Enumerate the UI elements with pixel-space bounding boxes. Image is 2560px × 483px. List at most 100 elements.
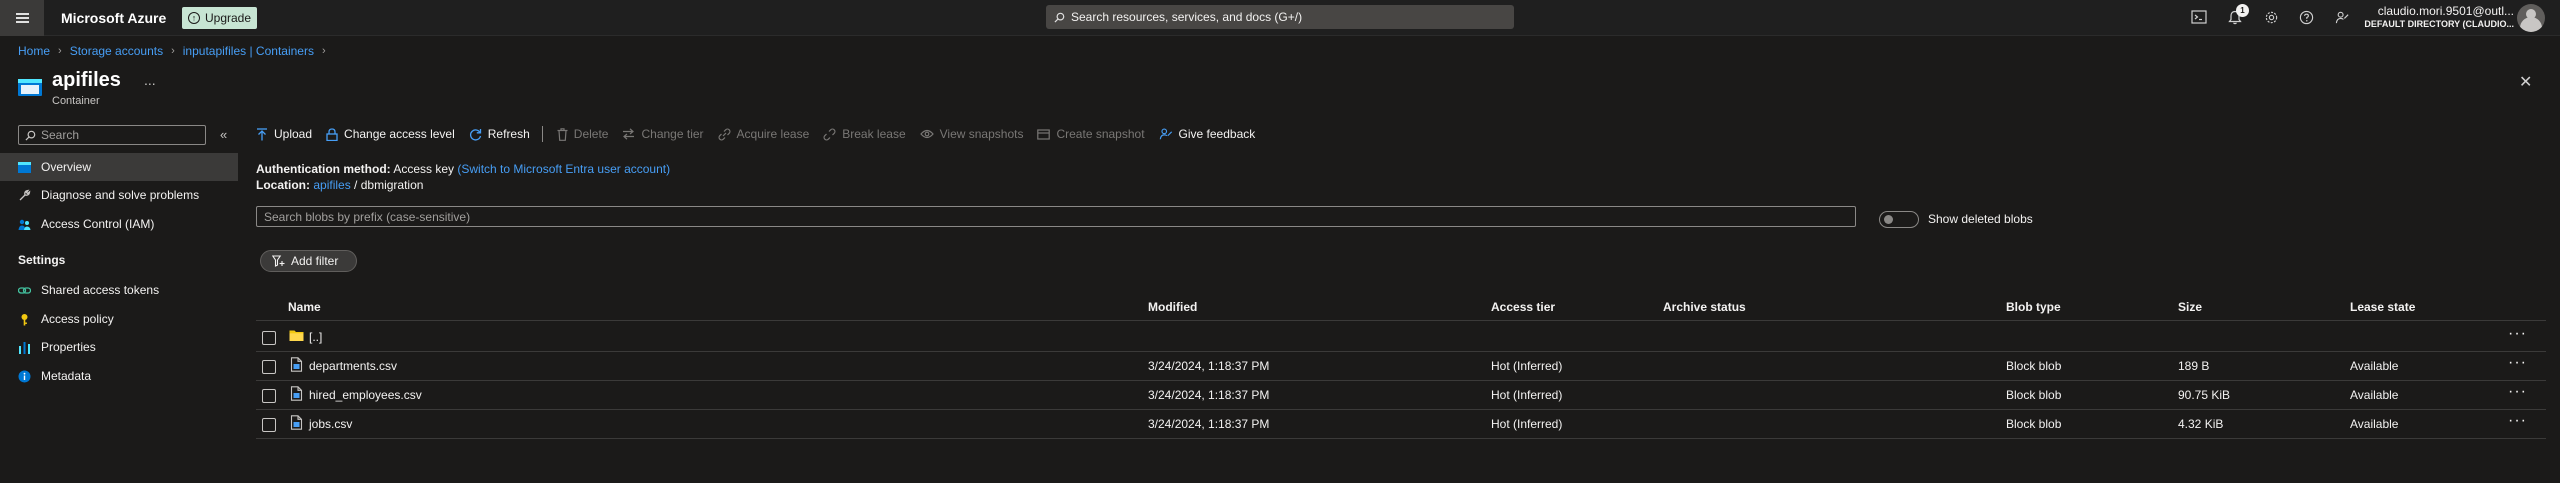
blob-name[interactable]: [..]: [309, 330, 322, 344]
feedback-icon: [1159, 128, 1172, 140]
change-access-level-button[interactable]: Change access level: [326, 127, 455, 141]
blob-modified: 3/24/2024, 1:18:37 PM: [1148, 388, 1270, 402]
nav-item-label: Shared access tokens: [41, 283, 160, 297]
location-container-link[interactable]: apifiles: [313, 178, 350, 192]
lock-icon: [326, 127, 338, 141]
column-header-access-tier[interactable]: Access tier: [1491, 300, 1555, 314]
auth-method-label: Authentication method:: [256, 162, 391, 176]
blob-prefix-search-input[interactable]: Search blobs by prefix (case-sensitive): [256, 206, 1856, 227]
nav-item-iam[interactable]: Access Control (IAM): [0, 210, 238, 238]
menu-icon[interactable]: [0, 0, 44, 36]
give-feedback-button[interactable]: Give feedback: [1159, 127, 1256, 141]
blob-search-placeholder: Search blobs by prefix (case-sensitive): [264, 209, 471, 224]
upload-button[interactable]: Upload: [256, 127, 312, 141]
search-icon: [25, 130, 36, 141]
nav-item-access-policy[interactable]: Access policy: [0, 305, 238, 333]
view-snapshots-button[interactable]: View snapshots: [919, 127, 1023, 141]
toolbar-divider: [541, 126, 543, 142]
account-menu[interactable]: claudio.mori.9501@outl... DEFAULT DIRECT…: [2338, 4, 2514, 32]
create-snapshot-button[interactable]: Create snapshot: [1037, 127, 1145, 141]
blob-type: Block blob: [2006, 359, 2062, 373]
close-icon[interactable]: ✕: [2519, 72, 2532, 92]
row-more-icon[interactable]: ···: [2508, 354, 2527, 372]
refresh-label: Refresh: [487, 127, 530, 141]
blob-type: Block blob: [2006, 388, 2062, 402]
blob-access-tier: Hot (Inferred): [1491, 417, 1563, 431]
auth-method-value: Access key: [393, 162, 455, 176]
user-avatar[interactable]: [2517, 4, 2545, 32]
upload-icon: [257, 127, 267, 140]
row-checkbox[interactable]: [262, 331, 276, 345]
nav-item-shared-access-tokens[interactable]: Shared access tokens: [0, 276, 238, 304]
row-more-icon[interactable]: ···: [2508, 383, 2527, 401]
page-title: apifiles: [52, 69, 121, 91]
column-header-name[interactable]: Name: [288, 300, 321, 314]
people-icon: [18, 218, 31, 231]
column-header-lease-state[interactable]: Lease state: [2350, 300, 2415, 314]
info-icon: [18, 370, 31, 383]
column-header-archive-status[interactable]: Archive status: [1663, 300, 1746, 314]
table-row[interactable]: hired_employees.csv 3/24/2024, 1:18:37 P…: [256, 381, 2546, 410]
more-actions-icon[interactable]: ...: [144, 72, 156, 88]
breadcrumb-containers[interactable]: inputapifiles | Containers: [183, 44, 314, 58]
column-header-blob-type[interactable]: Blob type: [2006, 300, 2061, 314]
nav-item-overview[interactable]: Overview: [0, 153, 238, 181]
chevron-right-icon: ›: [321, 45, 326, 57]
snapshot-icon: [1037, 129, 1051, 140]
add-filter-button[interactable]: Add filter: [260, 250, 357, 272]
give-feedback-label: Give feedback: [1178, 127, 1256, 141]
breadcrumb-home[interactable]: Home: [18, 44, 50, 58]
table-row[interactable]: departments.csv 3/24/2024, 1:18:37 PM Ho…: [256, 352, 2546, 381]
breadcrumb: Home › Storage accounts › inputapifiles …: [18, 44, 326, 58]
delete-button[interactable]: Delete: [557, 127, 608, 141]
global-search-input[interactable]: Search resources, services, and docs (G+…: [1046, 5, 1514, 29]
table-row[interactable]: jobs.csv 3/24/2024, 1:18:37 PM Hot (Infe…: [256, 410, 2546, 439]
switch-auth-link[interactable]: (Switch to Microsoft Entra user account): [457, 162, 670, 176]
upgrade-button[interactable]: ↑ Upgrade: [182, 7, 257, 29]
nav-search-placeholder: Search: [41, 128, 80, 142]
breadcrumb-storage-accounts[interactable]: Storage accounts: [70, 44, 163, 58]
blob-access-tier: Hot (Inferred): [1491, 388, 1563, 402]
container-icon: [18, 79, 42, 96]
nav-item-label: Overview: [41, 160, 92, 174]
break-lease-label: Break lease: [842, 127, 906, 141]
nav-item-properties[interactable]: Properties: [0, 333, 238, 361]
blob-size: 189 B: [2178, 359, 2210, 373]
blob-name[interactable]: hired_employees.csv: [309, 388, 422, 402]
table-row[interactable]: [..] ···: [256, 323, 2546, 352]
acquire-lease-button[interactable]: Acquire lease: [718, 127, 809, 141]
properties-icon: [18, 341, 31, 354]
settings-gear-icon[interactable]: [2262, 8, 2280, 26]
blob-name[interactable]: jobs.csv: [309, 417, 352, 431]
column-header-size[interactable]: Size: [2178, 300, 2202, 314]
row-more-icon[interactable]: ···: [2508, 412, 2527, 430]
wrench-icon: [18, 189, 31, 202]
blob-modified: 3/24/2024, 1:18:37 PM: [1148, 359, 1270, 373]
portal-brand[interactable]: Microsoft Azure: [61, 10, 166, 26]
cloud-shell-icon[interactable]: [2190, 8, 2208, 26]
blob-lease-state: Available: [2350, 359, 2399, 373]
show-deleted-blobs-toggle[interactable]: [1879, 211, 1919, 228]
global-search-placeholder: Search resources, services, and docs (G+…: [1071, 10, 1303, 24]
row-checkbox[interactable]: [262, 389, 276, 403]
help-icon[interactable]: [2297, 8, 2315, 26]
refresh-button[interactable]: Refresh: [469, 127, 530, 141]
row-more-icon[interactable]: ···: [2508, 325, 2527, 343]
create-snapshot-label: Create snapshot: [1056, 127, 1145, 141]
break-lease-button[interactable]: Break lease: [823, 127, 906, 141]
chevron-right-icon: ›: [58, 45, 62, 57]
upgrade-label: Upgrade: [205, 11, 252, 25]
nav-item-diagnose[interactable]: Diagnose and solve problems: [0, 181, 238, 209]
blob-size: 4.32 KiB: [2178, 417, 2224, 431]
nav-search-input[interactable]: Search: [18, 125, 206, 145]
location-label: Location:: [256, 178, 310, 192]
blob-name[interactable]: departments.csv: [309, 359, 397, 373]
column-header-modified[interactable]: Modified: [1148, 300, 1197, 314]
change-tier-button[interactable]: Change tier: [622, 127, 704, 141]
nav-item-metadata[interactable]: Metadata: [0, 362, 238, 390]
container-icon: [18, 161, 31, 174]
blob-type: Block blob: [2006, 417, 2062, 431]
row-checkbox[interactable]: [262, 418, 276, 432]
collapse-nav-icon[interactable]: «: [220, 127, 227, 142]
row-checkbox[interactable]: [262, 360, 276, 374]
